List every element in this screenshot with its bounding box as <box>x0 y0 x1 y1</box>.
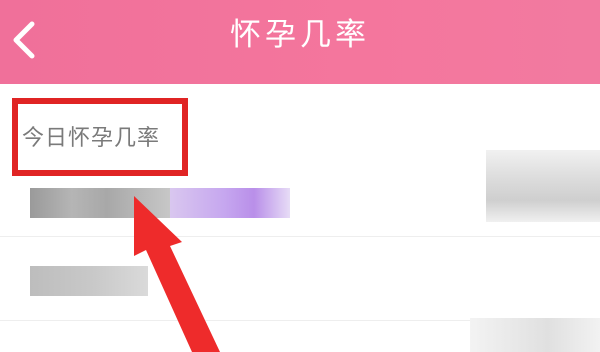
blurred-row-2 <box>30 266 148 296</box>
blurred-right-block-2 <box>470 318 600 352</box>
divider <box>0 236 600 237</box>
blurred-value-accent <box>170 188 290 218</box>
page-title: 怀孕几率 <box>230 17 370 53</box>
blurred-right-block <box>486 150 600 222</box>
app-header: 怀孕几率 <box>0 0 600 84</box>
blurred-value-bar <box>30 188 170 218</box>
highlight-box <box>12 98 188 176</box>
